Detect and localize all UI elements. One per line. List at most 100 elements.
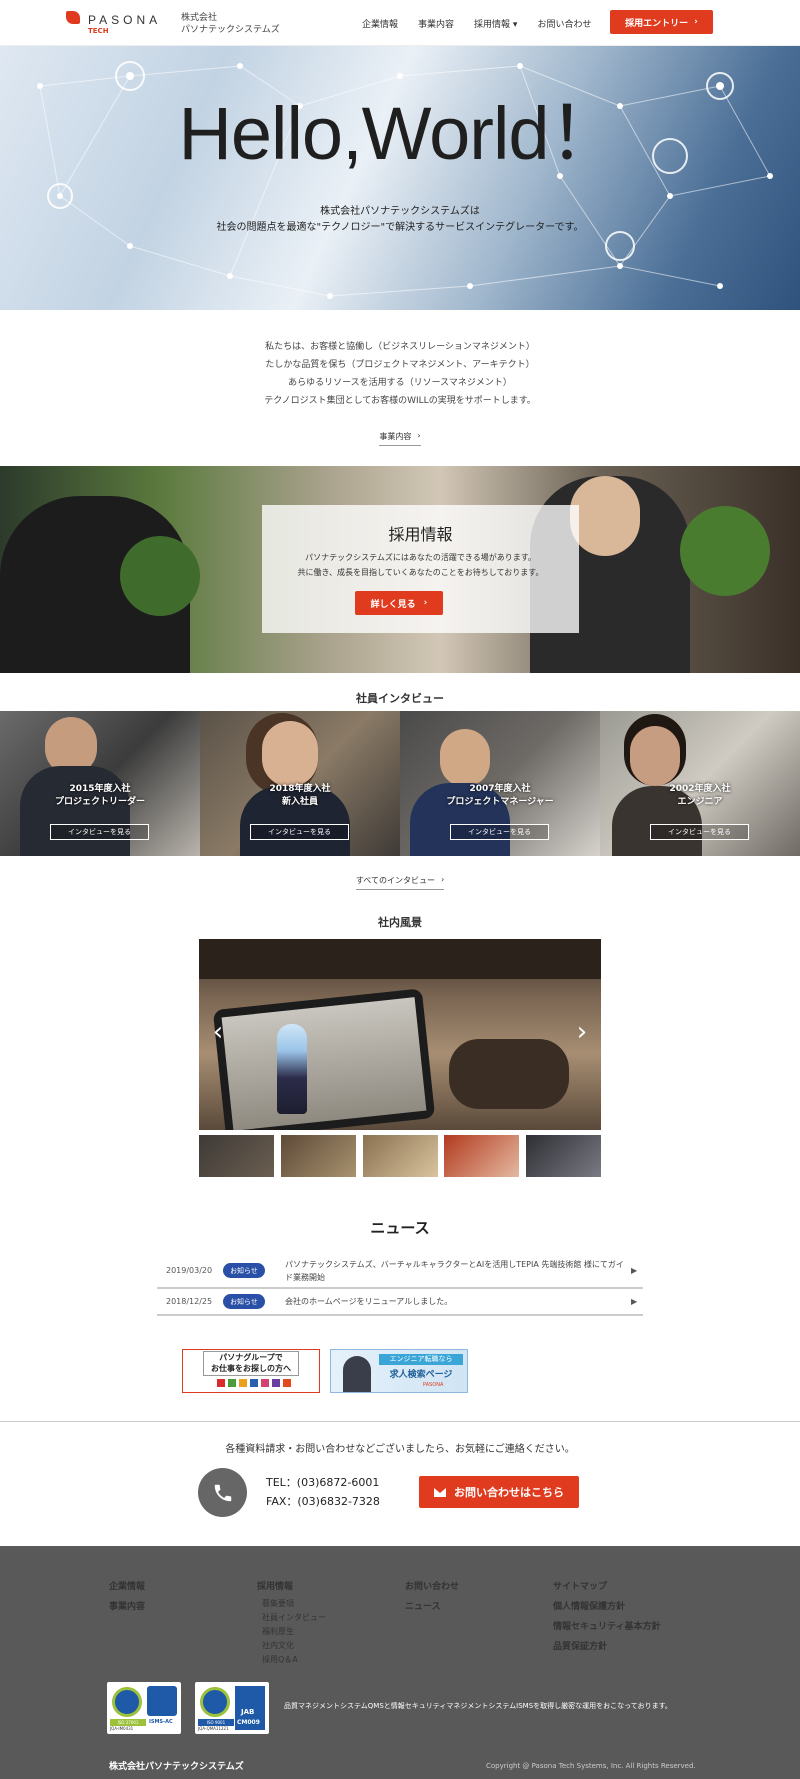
- color-square: [283, 1379, 291, 1387]
- chevron-right-icon: ›: [423, 598, 428, 608]
- color-square: [217, 1379, 225, 1387]
- banner-left-line1: パソナグループで: [219, 1353, 283, 1362]
- slider-thumbnail[interactable]: [444, 1135, 519, 1177]
- logo-text[interactable]: PASONA: [88, 13, 161, 27]
- all-interviews-label: すべてのインタビュー: [355, 876, 435, 885]
- footer-link[interactable]: 企業情報: [109, 1577, 145, 1597]
- footer-sublink[interactable]: 福利厚生: [257, 1625, 326, 1639]
- business-link[interactable]: 事業内容 ›: [379, 431, 421, 446]
- color-square: [250, 1379, 258, 1387]
- footer-link[interactable]: 個人情報保護方針: [553, 1597, 660, 1617]
- person-silhouette: [343, 1356, 371, 1392]
- interview-button[interactable]: インタビューを見る: [50, 824, 149, 840]
- company-line1: 株式会社: [181, 13, 218, 23]
- footer-sublink[interactable]: 採用Q＆A: [257, 1653, 326, 1667]
- footer-col-2: 採用情報 募集要項 社員インタビュー 福利厚生 社内文化 採用Q＆A: [257, 1577, 326, 1667]
- footer-link[interactable]: 採用情報: [257, 1577, 326, 1597]
- footer-sublink[interactable]: 社員インタビュー: [257, 1611, 326, 1625]
- tablet-frame: [212, 988, 436, 1130]
- news-date: 2019/03/20: [166, 1266, 213, 1275]
- color-square: [239, 1379, 247, 1387]
- footer-sublink[interactable]: 社内文化: [257, 1639, 326, 1653]
- contact-numbers: TEL：(03)6872-6001 FAX：(03)6832-7328: [266, 1473, 380, 1511]
- engineer-job-banner[interactable]: エンジニア転職なら 求人検索ページ PASONA: [330, 1349, 468, 1393]
- color-squares: [217, 1379, 291, 1387]
- contact-button-label: お問い合わせはこちら: [454, 1486, 564, 1499]
- nav-company[interactable]: 企業情報: [362, 17, 398, 30]
- cert-label: JAB: [241, 1708, 255, 1716]
- chevron-left-icon[interactable]: ‹: [205, 1019, 231, 1045]
- face-shape: [440, 729, 490, 787]
- contact-message: 各種資料請求・お問い合わせなどございましたら、お気軽にご連絡ください。: [225, 1444, 575, 1455]
- section-divider: [0, 1421, 800, 1422]
- envelope-icon: [434, 1487, 446, 1497]
- color-square: [272, 1379, 280, 1387]
- footer-link[interactable]: 品質保証方針: [553, 1637, 660, 1657]
- footer-col-3: お問い合わせ ニュース: [405, 1577, 459, 1617]
- news-badge: お知らせ: [223, 1294, 265, 1309]
- news-row[interactable]: 2018/12/25 お知らせ 会社のホームページをリニューアルしました。 ▶: [157, 1289, 643, 1316]
- interview-card[interactable]: 2007年度入社 プロジェクトマネージャー インタビューを見る: [400, 711, 600, 856]
- nav-recruit[interactable]: 採用情報 ▾: [474, 17, 517, 30]
- all-interviews-link[interactable]: すべてのインタビュー ›: [355, 875, 445, 890]
- nav-contact[interactable]: お問い合わせ: [537, 17, 591, 30]
- interview-year: 2002年度入社: [669, 784, 731, 794]
- footer-link[interactable]: ニュース: [405, 1597, 459, 1617]
- slider-thumbnail-active[interactable]: [361, 1133, 440, 1179]
- scenery-slider: ‹ ›: [199, 939, 601, 1130]
- color-square: [228, 1379, 236, 1387]
- hero-title: Hello,World！: [178, 92, 622, 175]
- news-text[interactable]: パソナテックシステムズ、バーチャルキャラクターとAIを活用しTEPIA 先端技術…: [285, 1258, 631, 1284]
- footer-link[interactable]: お問い合わせ: [405, 1577, 459, 1597]
- ceiling-shape: [199, 939, 601, 979]
- logo-sub: TECH: [88, 27, 109, 35]
- tablet-screen: [221, 997, 427, 1130]
- color-square: [261, 1379, 269, 1387]
- chevron-right-icon[interactable]: ›: [569, 1019, 595, 1045]
- cert-label: JQA-IM0431: [110, 1726, 134, 1731]
- chevron-right-icon: ›: [440, 875, 445, 884]
- footer-sublink[interactable]: 募集要項: [257, 1597, 326, 1611]
- slider-thumbnail[interactable]: [199, 1135, 274, 1177]
- all-interviews-wrap: すべてのインタビュー ›: [0, 868, 800, 890]
- interview-button[interactable]: インタビューを見る: [450, 824, 549, 840]
- interview-card[interactable]: 2018年度入社 新入社員 インタビューを見る: [200, 711, 400, 856]
- interview-role: プロジェクトリーダー: [54, 797, 145, 807]
- cert-label: ISO 9001: [198, 1719, 234, 1726]
- plant-shape: [120, 536, 200, 616]
- recruit-detail-button[interactable]: 詳しく見る ›: [355, 591, 443, 615]
- hero-subtitle: 株式会社パソナテックシステムズは 社会の問題点を最適な"テクノロジー"で解決する…: [0, 204, 800, 236]
- interview-role: 新入社員: [281, 797, 318, 807]
- contact-button[interactable]: お問い合わせはこちら: [419, 1476, 579, 1508]
- interview-year: 2018年度入社: [269, 784, 331, 794]
- play-arrow-icon: ▶: [631, 1266, 638, 1275]
- cert-description: 品質マネジメントシステムQMSと情報セキュリティマネジメントシステムISMSを取…: [284, 1702, 672, 1710]
- news-row[interactable]: 2019/03/20 お知らせ パソナテックシステムズ、バーチャルキャラクターと…: [157, 1254, 643, 1289]
- interview-year: 2015年度入社: [69, 784, 131, 794]
- interview-card[interactable]: 2015年度入社プロジェクトリーダー インタビューを見る: [0, 711, 200, 856]
- news-text[interactable]: 会社のホームページをリニューアルしました。: [285, 1295, 631, 1308]
- main-nav: 企業情報 事業内容 採用情報 ▾ お問い合わせ: [362, 17, 591, 30]
- plant-shape: [680, 506, 770, 596]
- banner-left-line2: お仕事をお探しの方へ: [211, 1364, 291, 1373]
- jqa-seal-icon: [112, 1687, 142, 1717]
- goats-shape: [449, 1039, 569, 1109]
- slider-thumbnail[interactable]: [526, 1135, 601, 1177]
- interview-button[interactable]: インタビューを見る: [650, 824, 749, 840]
- interview-button[interactable]: インタビューを見る: [250, 824, 349, 840]
- footer-link[interactable]: 情報セキュリティ基本方針: [553, 1617, 660, 1637]
- interviews-title: 社員インタビュー: [356, 692, 444, 705]
- footer-link[interactable]: 事業内容: [109, 1597, 145, 1617]
- interview-card[interactable]: 2002年度入社 エンジニア インタビューを見る: [600, 711, 800, 856]
- pasona-group-banner[interactable]: パソナグループで お仕事をお探しの方へ: [182, 1349, 320, 1393]
- footer-link[interactable]: サイトマップ: [553, 1577, 660, 1597]
- business-link-label: 事業内容: [379, 432, 412, 441]
- tel-number[interactable]: TEL：(03)6872-6001: [266, 1473, 380, 1492]
- entry-button[interactable]: 採用エントリー ›: [610, 10, 713, 34]
- scenery-title: 社内風景: [378, 916, 422, 929]
- slider-thumbnail[interactable]: [281, 1135, 356, 1177]
- intro-line: たしかな品質を保ち（プロジェクトマネジメント、アーキテクト）: [265, 360, 535, 370]
- interview-role: プロジェクトマネージャー: [446, 797, 554, 807]
- nav-business[interactable]: 事業内容: [418, 17, 454, 30]
- pasona-logo-icon[interactable]: [66, 11, 80, 24]
